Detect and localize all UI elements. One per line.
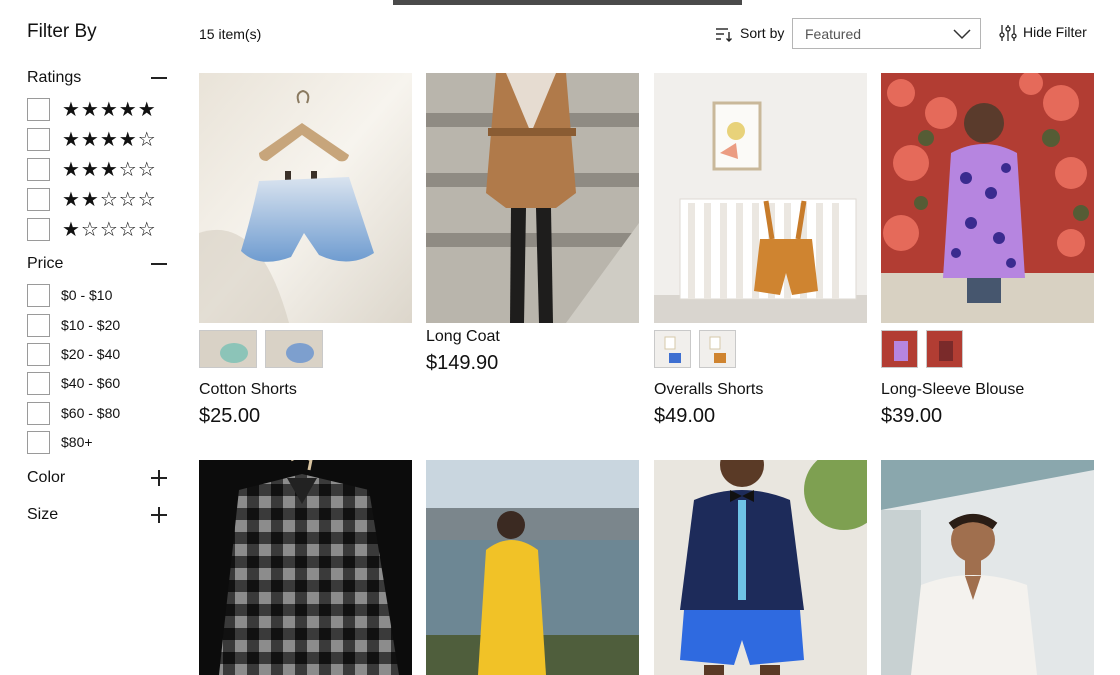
rating-5-checkbox[interactable] <box>27 97 50 121</box>
rating-option-3[interactable]: ★★★☆☆ <box>27 157 157 181</box>
sort-icon[interactable] <box>715 26 733 42</box>
color-swatch[interactable] <box>654 330 691 368</box>
top-scroll-indicator <box>393 0 742 5</box>
rating-4-stars: ★★★★☆ <box>62 127 157 151</box>
price-option[interactable]: $0 - $10 <box>27 283 112 307</box>
collapse-icon[interactable] <box>151 256 167 272</box>
color-swatches <box>654 330 736 368</box>
price-option[interactable]: $20 - $40 <box>27 342 120 366</box>
rating-4-checkbox[interactable] <box>27 127 50 151</box>
rating-1-stars: ★☆☆☆☆ <box>62 217 157 241</box>
rating-option-4[interactable]: ★★★★☆ <box>27 127 157 151</box>
ratings-label: Ratings <box>27 69 82 86</box>
price-checkbox[interactable] <box>27 371 50 395</box>
rating-2-checkbox[interactable] <box>27 187 50 211</box>
color-swatch[interactable] <box>881 330 918 368</box>
rating-1-checkbox[interactable] <box>27 217 50 241</box>
product-price: $149.90 <box>426 352 499 374</box>
price-option[interactable]: $60 - $80 <box>27 401 120 425</box>
product-card[interactable] <box>654 73 867 323</box>
item-count: 15 item(s) <box>199 26 262 42</box>
rating-option-2[interactable]: ★★☆☆☆ <box>27 187 157 211</box>
price-option-label: $40 - $60 <box>61 375 121 391</box>
price-option-label: $0 - $10 <box>61 287 113 303</box>
product-card[interactable] <box>881 460 1094 675</box>
product-image[interactable] <box>654 73 867 323</box>
product-card[interactable] <box>426 460 639 675</box>
expand-icon[interactable] <box>151 507 167 523</box>
color-section-header[interactable]: Color <box>27 467 167 489</box>
product-name[interactable]: Cotton Shorts <box>199 381 297 399</box>
size-label: Size <box>27 506 59 523</box>
price-checkbox[interactable] <box>27 283 50 307</box>
product-image[interactable] <box>199 460 412 675</box>
rating-2-stars: ★★☆☆☆ <box>62 187 157 211</box>
rating-option-5[interactable]: ★★★★★ <box>27 97 157 121</box>
price-option-label: $80+ <box>61 434 93 450</box>
price-option[interactable]: $40 - $60 <box>27 371 120 395</box>
price-option-label: $20 - $40 <box>61 346 121 362</box>
product-card[interactable] <box>199 73 412 323</box>
product-name[interactable]: Long-Sleeve Blouse <box>881 381 1024 399</box>
sort-selected-value: Featured <box>805 26 862 42</box>
price-checkbox[interactable] <box>27 342 50 366</box>
product-image[interactable] <box>654 460 867 675</box>
color-swatch[interactable] <box>926 330 963 368</box>
size-section-header[interactable]: Size <box>27 504 167 526</box>
rating-3-checkbox[interactable] <box>27 157 50 181</box>
sort-by-label: Sort by <box>740 25 785 41</box>
product-card[interactable] <box>426 73 639 323</box>
product-card[interactable] <box>654 460 867 675</box>
price-option-label: $10 - $20 <box>61 317 121 333</box>
product-card[interactable] <box>199 460 412 675</box>
filter-title: Filter By <box>27 21 97 42</box>
product-name[interactable]: Long Coat <box>426 328 500 346</box>
color-swatch[interactable] <box>699 330 736 368</box>
sort-dropdown[interactable]: Featured <box>792 18 981 49</box>
rating-3-stars: ★★★☆☆ <box>62 157 157 181</box>
price-label: Price <box>27 255 64 272</box>
price-section-header[interactable]: Price <box>27 253 167 275</box>
color-swatches <box>881 330 963 368</box>
rating-option-1[interactable]: ★☆☆☆☆ <box>27 217 157 241</box>
product-price: $25.00 <box>199 405 261 427</box>
product-card[interactable] <box>881 73 1094 323</box>
color-swatch[interactable] <box>265 330 323 368</box>
product-price: $39.00 <box>881 405 943 427</box>
rating-5-stars: ★★★★★ <box>62 97 157 121</box>
product-name[interactable]: Overalls Shorts <box>654 381 763 399</box>
product-image[interactable] <box>199 73 412 323</box>
product-image[interactable] <box>426 460 639 675</box>
chevron-down-icon <box>953 29 971 40</box>
product-price: $49.00 <box>654 405 716 427</box>
color-label: Color <box>27 469 66 486</box>
color-swatches <box>199 330 323 368</box>
expand-icon[interactable] <box>151 470 167 486</box>
price-option-label: $60 - $80 <box>61 405 121 421</box>
color-swatch[interactable] <box>199 330 257 368</box>
price-checkbox[interactable] <box>27 313 50 337</box>
product-image[interactable] <box>881 460 1094 675</box>
product-image[interactable] <box>881 73 1094 323</box>
price-checkbox[interactable] <box>27 401 50 425</box>
sliders-icon[interactable] <box>999 24 1017 42</box>
product-image[interactable] <box>426 73 639 323</box>
collapse-icon[interactable] <box>151 70 167 86</box>
price-checkbox[interactable] <box>27 430 50 454</box>
ratings-section-header[interactable]: Ratings <box>27 67 167 89</box>
hide-filter-button[interactable]: Hide Filter <box>1023 24 1087 40</box>
price-option[interactable]: $10 - $20 <box>27 313 120 337</box>
price-option[interactable]: $80+ <box>27 430 93 454</box>
